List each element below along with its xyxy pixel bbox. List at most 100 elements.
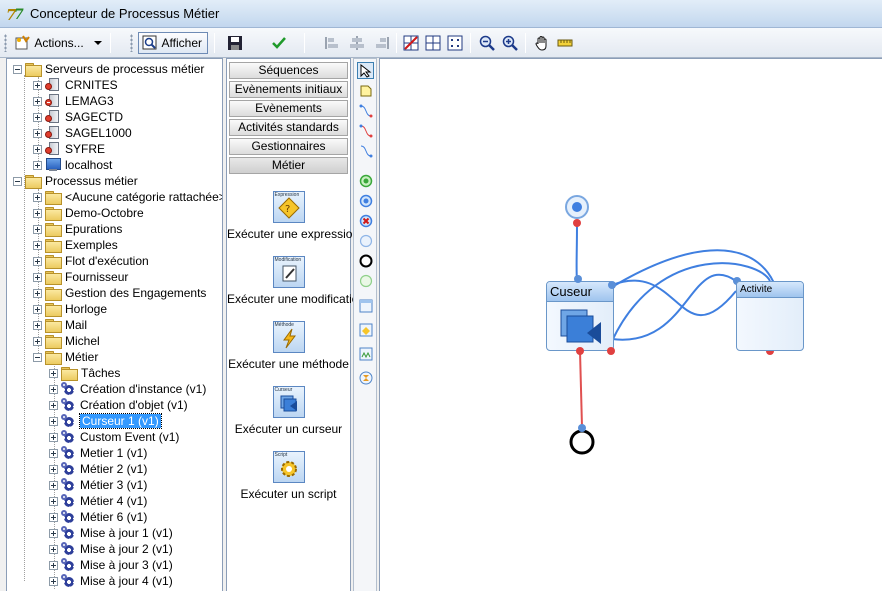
tree-item-process[interactable]: Mise à jour 1 (v1) [49,525,173,541]
palette-category-sequences[interactable]: Séquences [229,62,348,79]
tree-item-category[interactable]: Demo-Octobre [33,205,144,221]
tree-item-category[interactable]: Mail [33,317,87,333]
expand-icon[interactable] [49,432,58,442]
expand-icon[interactable] [33,256,42,266]
activity-node-activite[interactable]: Activite [736,281,804,351]
toolbar-grip-2[interactable] [130,34,133,52]
expand-icon[interactable] [49,512,58,522]
expand-icon[interactable] [33,336,42,346]
note-tool[interactable] [357,82,374,99]
tree-item-category[interactable]: Michel [33,333,100,349]
tree-item-server[interactable]: LEMAG3 [33,93,114,109]
activity-tool[interactable] [357,297,374,314]
expand-icon[interactable] [49,448,58,458]
expand-icon[interactable] [33,240,42,250]
tree-item-category[interactable]: Flot d'exécution [33,253,149,269]
expand-icon[interactable] [49,496,58,506]
ruler-button[interactable] [554,32,576,54]
expand-icon[interactable] [33,160,42,170]
tree-item-process[interactable]: Métier 6 (v1) [49,509,147,525]
palette-category-metier[interactable]: Métier [229,157,348,174]
parallel-tool[interactable] [357,345,374,362]
port-start-out[interactable] [573,219,581,227]
tree-item-process[interactable]: Mise à jour 3 (v1) [49,557,173,573]
process-tree[interactable]: Serveurs de processus métier CRNITES LEM… [6,58,223,591]
palette-item-methode[interactable]: Méthode Exécuter une méthode [227,321,350,371]
link-tool-2[interactable] [357,122,374,139]
start-event-green-tool[interactable] [357,172,374,189]
palette-item-expression[interactable]: Expression ? Exécuter une expression [227,191,359,241]
tree-item-server[interactable]: SAGECTD [33,109,123,125]
tree-item-category[interactable]: Exemples [33,237,118,253]
activity-node-cuseur[interactable]: Cuseur [546,281,614,351]
expand-icon[interactable] [33,320,42,330]
palette-category-evenements[interactable]: Evènements [229,100,348,117]
validate-button[interactable] [268,32,290,54]
link-cuseur-to-end[interactable] [579,350,583,428]
start-event[interactable] [565,195,589,219]
expand-icon[interactable] [49,416,58,426]
tree-item-category[interactable]: Horloge [33,301,107,317]
actions-menu-button[interactable]: Actions... [12,32,104,54]
expand-icon[interactable] [33,80,42,90]
tree-item-process[interactable]: Création d'instance (v1) [49,381,206,397]
tree-item-category[interactable]: Métier [33,349,98,365]
tree-item-servers[interactable]: Serveurs de processus métier [13,61,204,77]
tree-item-process[interactable]: Mise à jour 2 (v1) [49,541,173,557]
expand-icon[interactable] [33,96,42,106]
palette-category-evenements-initiaux[interactable]: Evènements initiaux [229,81,348,98]
start-event-blue-tool[interactable] [357,192,374,209]
expand-icon[interactable] [33,192,42,202]
tree-item-server[interactable]: CRNITES [33,77,118,93]
link-activite-back[interactable] [611,273,737,341]
align-center-button[interactable] [346,32,368,54]
align-left-button[interactable] [322,32,344,54]
expand-icon[interactable] [49,576,58,586]
expand-icon[interactable] [33,224,42,234]
tree-item-process[interactable]: Mise à jour 4 (v1) [49,573,173,589]
expand-icon[interactable] [33,208,42,218]
toolbar-grip[interactable] [4,34,7,52]
tree-item-category[interactable]: Epurations [33,221,122,237]
tree-item-process[interactable]: Metier 1 (v1) [49,445,147,461]
link-tool-1[interactable] [357,102,374,119]
palette-item-script[interactable]: Script Exécuter un script [227,451,350,501]
collapse-icon[interactable] [33,352,42,362]
collapse-icon[interactable] [13,64,22,74]
tree-item-process[interactable]: Création d'objet (v1) [49,397,188,413]
expand-icon[interactable] [49,544,58,554]
save-button[interactable] [224,32,246,54]
tree-item-process[interactable]: Métier 4 (v1) [49,493,147,509]
zoom-in-button[interactable] [499,32,521,54]
tree-item-server[interactable]: SYFRE [33,141,105,157]
palette-category-activites-standards[interactable]: Activités standards [229,119,348,136]
expand-icon[interactable] [33,128,42,138]
tree-item-category[interactable]: Fournisseur [33,269,128,285]
error-event-tool[interactable] [357,212,374,229]
collapse-icon[interactable] [13,176,22,186]
tree-item-process-selected[interactable]: Curseur 1 (v1) [49,413,162,429]
end-event[interactable] [569,429,595,455]
afficher-button[interactable]: Afficher [138,32,208,54]
expand-icon[interactable] [49,400,58,410]
tree-item-process[interactable]: Custom Event (v1) [49,429,179,445]
expand-icon[interactable] [49,464,58,474]
timer-tool[interactable] [357,369,374,386]
grid-button[interactable] [422,32,444,54]
event-green-light-tool[interactable] [357,272,374,289]
palette-item-curseur[interactable]: Curseur Exécuter un curseur [227,386,350,436]
tree-item-category[interactable]: <Aucune catégorie rattachée> [33,189,222,205]
tree-item-processes[interactable]: Processus métier [13,173,138,189]
snap-grid-button[interactable] [444,32,466,54]
event-light-tool[interactable] [357,232,374,249]
expand-icon[interactable] [33,272,42,282]
pan-button[interactable] [531,32,553,54]
expand-icon[interactable] [33,288,42,298]
expand-icon[interactable] [49,480,58,490]
align-right-button[interactable] [370,32,392,54]
expand-icon[interactable] [33,144,42,154]
expand-icon[interactable] [33,304,42,314]
tree-item-process[interactable]: Métier 2 (v1) [49,461,147,477]
tree-item-category[interactable]: Gestion des Engagements [33,285,206,301]
decision-tool[interactable] [357,321,374,338]
